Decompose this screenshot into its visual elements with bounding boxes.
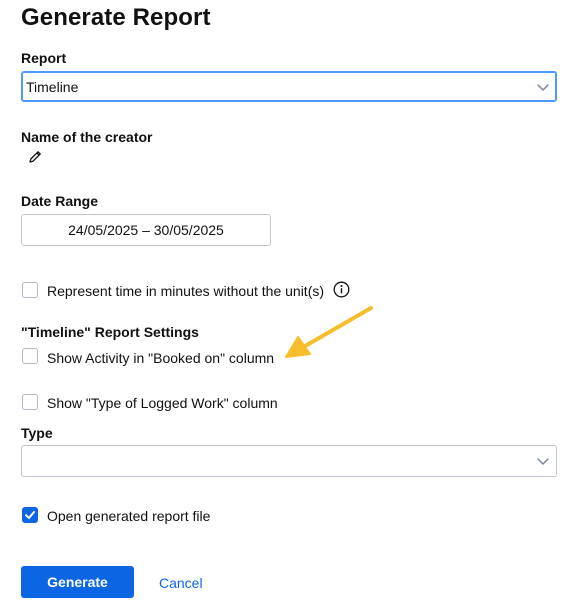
type-logged-checkbox[interactable] [22,394,38,410]
activity-checkbox[interactable] [22,348,38,364]
annotation-arrow-icon [285,306,373,358]
timeline-settings-heading: "Timeline" Report Settings [21,324,199,340]
generate-button[interactable]: Generate [21,566,134,598]
chevron-down-icon [537,458,549,465]
creator-label: Name of the creator [21,129,153,145]
type-label: Type [21,425,53,441]
pencil-icon[interactable] [27,149,43,165]
info-icon[interactable] [333,281,350,298]
date-range-picker[interactable]: 24/05/2025 – 30/05/2025 [21,214,271,246]
open-file-checkbox[interactable] [22,507,38,523]
report-select-value: Timeline [26,78,79,95]
minutes-label: Represent time in minutes without the un… [47,283,325,299]
generate-button-label: Generate [47,574,108,590]
report-label: Report [21,50,67,66]
checkmark-icon [25,511,35,519]
date-range-label: Date Range [21,193,99,209]
type-logged-label: Show "Type of Logged Work" column [47,395,278,411]
cancel-button[interactable]: Cancel [159,575,203,591]
report-select[interactable]: Timeline [21,71,557,102]
type-select[interactable] [21,445,557,477]
minutes-checkbox[interactable] [22,282,38,298]
chevron-down-icon [537,83,549,91]
date-range-value: 24/05/2025 – 30/05/2025 [68,222,224,238]
open-file-label: Open generated report file [47,508,211,524]
activity-label: Show Activity in "Booked on" column [47,350,275,366]
page-title: Generate Report [21,4,211,31]
